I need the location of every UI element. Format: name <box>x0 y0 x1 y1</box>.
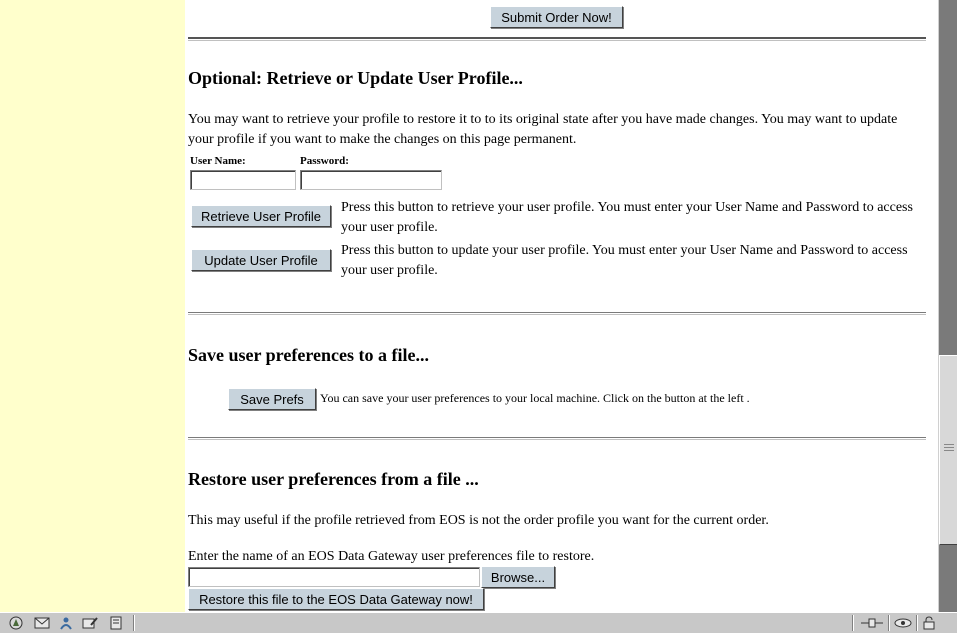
status-divider <box>133 615 135 631</box>
page-content: Submit Order Now! Optional: Retrieve or … <box>186 0 938 612</box>
divider <box>188 37 926 40</box>
left-sidebar <box>0 0 185 612</box>
retrieve-profile-description: Press this button to retrieve your user … <box>341 200 913 235</box>
password-input[interactable] <box>300 170 442 190</box>
navigator-icon[interactable] <box>8 616 24 630</box>
status-divider <box>916 615 918 631</box>
grip-line <box>944 450 954 451</box>
update-profile-button[interactable]: Update User Profile <box>191 249 331 271</box>
restore-note: This may useful if the profile retrieved… <box>188 513 769 528</box>
divider <box>188 437 926 439</box>
grip-line <box>944 447 954 448</box>
profile-intro: You may want to retrieve your profile to… <box>188 112 898 147</box>
update-profile-description: Press this button to update your user pr… <box>341 243 908 278</box>
submit-order-button[interactable]: Submit Order Now! <box>490 6 623 28</box>
connection-icon <box>861 618 883 628</box>
restore-prefs-heading: Restore user preferences from a file ... <box>188 469 479 489</box>
username-label: User Name: <box>190 155 246 167</box>
bookmark-icon[interactable] <box>108 616 124 630</box>
restore-prompt: Enter the name of an EOS Data Gateway us… <box>188 549 595 564</box>
status-divider <box>888 615 890 631</box>
mail-icon[interactable] <box>34 616 50 630</box>
grip-line <box>944 444 954 445</box>
profile-heading: Optional: Retrieve or Update User Profil… <box>188 68 523 88</box>
divider <box>188 312 926 314</box>
restore-file-input[interactable] <box>188 567 480 587</box>
retrieve-profile-button[interactable]: Retrieve User Profile <box>191 205 331 227</box>
composer-icon[interactable] <box>82 616 98 630</box>
scrollbar-thumb[interactable] <box>939 355 957 545</box>
restore-file-button[interactable]: Restore this file to the EOS Data Gatewa… <box>188 588 484 610</box>
status-bar <box>0 612 957 633</box>
lock-icon[interactable] <box>921 616 937 630</box>
vertical-scrollbar[interactable] <box>938 0 957 612</box>
password-label: Password: <box>300 155 349 167</box>
save-prefs-button[interactable]: Save Prefs <box>228 388 316 410</box>
status-divider <box>852 615 854 631</box>
people-icon[interactable] <box>58 616 74 630</box>
security-icon[interactable] <box>893 616 913 630</box>
scrollbar-track-upper[interactable] <box>939 0 957 355</box>
username-input[interactable] <box>190 170 296 190</box>
scrollbar-track-lower[interactable] <box>939 545 957 612</box>
browse-button[interactable]: Browse... <box>481 566 555 588</box>
save-prefs-heading: Save user preferences to a file... <box>188 345 429 365</box>
save-prefs-description: You can save your user preferences to yo… <box>320 391 750 405</box>
